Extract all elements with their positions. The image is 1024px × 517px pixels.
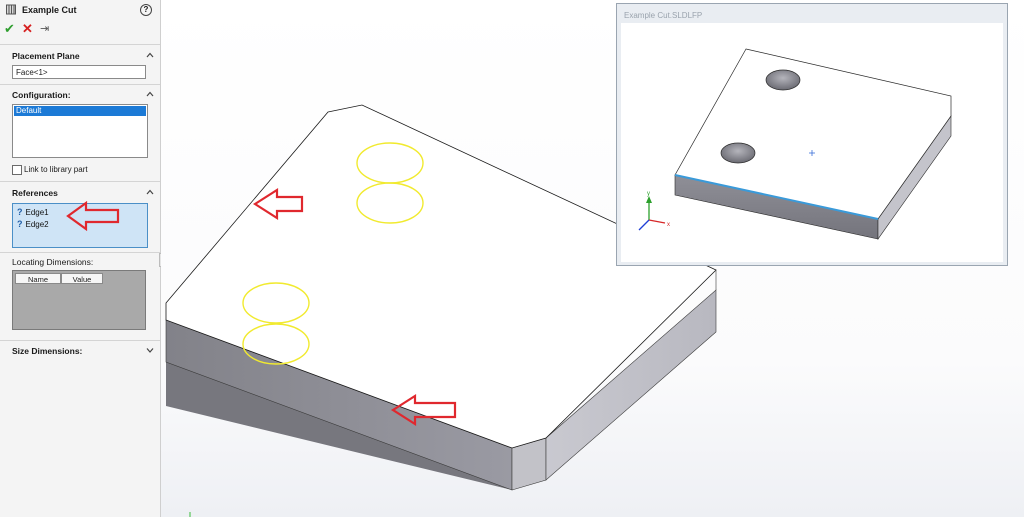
property-manager-title-bar: Example Cut ? (0, 0, 160, 20)
divider (0, 44, 160, 45)
reference-label: Edge2 (25, 220, 49, 229)
divider (0, 252, 160, 253)
keep-visible-pin-button[interactable]: ⇥ (40, 22, 49, 36)
feature-title: Example Cut (22, 5, 77, 15)
locating-dimensions-table[interactable]: Name Value (12, 270, 146, 330)
placement-plane-header[interactable]: Placement Plane (12, 51, 80, 61)
preview-window[interactable]: Example Cut.SLDLFP x y (616, 3, 1008, 266)
configuration-list-item-default[interactable]: Default (14, 106, 146, 116)
question-mark-icon: ? (17, 219, 23, 229)
reference-item[interactable]: ? Edge2 (17, 219, 49, 229)
chevron-up-icon[interactable] (146, 51, 154, 59)
reference-label: Edge1 (25, 208, 49, 217)
column-header-value[interactable]: Value (61, 273, 103, 284)
preview-plate-model (674, 48, 952, 240)
ok-button[interactable]: ✔ (4, 22, 15, 36)
references-header[interactable]: References (12, 188, 58, 198)
chevron-up-icon[interactable] (146, 188, 154, 196)
hole (720, 142, 756, 164)
cancel-button[interactable]: ✕ (22, 22, 33, 36)
hole (765, 69, 801, 91)
preview-canvas: x y (621, 23, 1003, 262)
svg-text:y: y (647, 191, 650, 197)
configuration-header[interactable]: Configuration: (12, 90, 71, 100)
chevron-up-icon[interactable] (146, 90, 154, 98)
chevron-down-icon[interactable] (146, 346, 154, 354)
size-dimensions-header[interactable]: Size Dimensions: (12, 346, 82, 356)
column-header-name[interactable]: Name (15, 273, 61, 284)
svg-text:x: x (667, 222, 670, 228)
divider (0, 84, 160, 85)
configuration-list[interactable]: Default (12, 104, 148, 158)
link-to-library-label: Link to library part (24, 165, 88, 174)
red-arrow-annotation (66, 201, 120, 231)
library-feature-icon (6, 4, 16, 15)
preview-window-title: Example Cut.SLDLFP (624, 11, 703, 20)
help-icon[interactable]: ? (140, 4, 152, 16)
property-manager: Example Cut ? ✔ ✕ ⇥ Placement Plane Face… (0, 0, 165, 517)
divider (0, 181, 160, 182)
placement-plane-field[interactable]: Face<1> (12, 65, 146, 79)
reference-item[interactable]: ? Edge1 (17, 207, 49, 217)
divider (0, 340, 160, 341)
triad-icon: x y (638, 191, 670, 231)
link-to-library-checkbox[interactable] (12, 165, 22, 175)
locating-dimensions-header[interactable]: Locating Dimensions: (12, 257, 93, 267)
question-mark-icon: ? (17, 207, 23, 217)
